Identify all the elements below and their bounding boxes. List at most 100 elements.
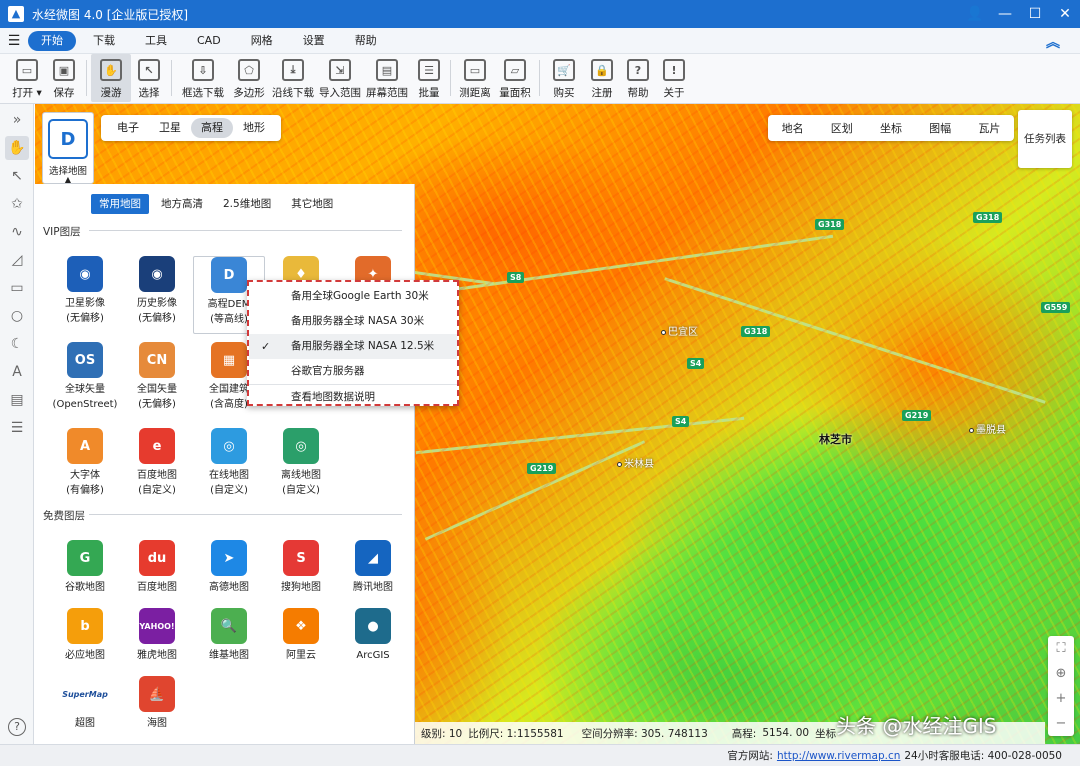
map-tab[interactable]: 高程 <box>191 118 233 138</box>
toolbar-help-button[interactable]: ? 帮助 <box>620 54 656 102</box>
menu-item[interactable]: 开始 <box>28 30 76 51</box>
必应地图-icon: b <box>67 608 103 644</box>
close-button[interactable]: ✕ <box>1050 0 1080 28</box>
moon-icon[interactable]: ☾ <box>5 332 29 356</box>
toolbar-label: 测距离 <box>459 87 491 99</box>
toolbar-ruler-button[interactable]: ▭ 测距离 <box>455 54 495 102</box>
map-tab[interactable]: 地形 <box>233 118 275 138</box>
toolbar-info-button[interactable]: ! 关于 <box>656 54 692 102</box>
toolbar-polygon-button[interactable]: ⬠ 多边形 <box>230 54 268 102</box>
user-icon[interactable]: 👤 <box>960 0 990 28</box>
menu-option[interactable]: 谷歌官方服务器 <box>249 359 457 384</box>
toolbar-label: 框选下载 <box>182 87 224 99</box>
circle-icon[interactable]: ○ <box>5 304 29 328</box>
task-list-button[interactable]: 任务列表 <box>1018 110 1072 168</box>
panel-tab[interactable]: 2.5维地图 <box>215 194 279 214</box>
box-download-icon: ⇩ <box>192 59 214 81</box>
minimize-button[interactable]: — <box>990 0 1020 28</box>
ArcGIS-icon: ● <box>355 608 391 644</box>
map-layer-item[interactable]: CN 全国矢量 (无偏移) <box>121 342 193 422</box>
area-chart-icon[interactable]: ◿ <box>5 248 29 272</box>
star-marker-icon[interactable]: ✩ <box>5 192 29 216</box>
toolbar-cursor-button[interactable]: ↖ 选择 <box>131 54 167 102</box>
overlay-tab[interactable]: 瓦片 <box>978 120 1000 136</box>
map-layer-item[interactable]: ◉ 卫星影像 (无偏移) <box>49 256 121 336</box>
map-layer-item[interactable]: ◎ 在线地图 (自定义) <box>193 428 265 508</box>
menu-item[interactable]: 设置 <box>290 31 338 51</box>
map-layer-item[interactable]: e 百度地图 (自定义) <box>121 428 193 508</box>
expand-icon[interactable]: » <box>5 108 29 132</box>
toolbar-import-button[interactable]: ⇲ 导入范围 <box>318 54 362 102</box>
zoom-out-button[interactable]: − <box>1056 716 1067 731</box>
menu-item[interactable]: 下载 <box>80 31 128 51</box>
map-layer-item[interactable]: ❖ 阿里云 <box>265 608 337 670</box>
hand-icon[interactable]: ✋ <box>5 136 29 160</box>
map-layer-item[interactable]: YAHOO! 雅虎地图 <box>121 608 193 670</box>
menu-item[interactable]: 网格 <box>238 31 286 51</box>
panel-tab[interactable]: 地方高清 <box>153 194 211 214</box>
toolbar-cart-button[interactable]: 🛒 购买 <box>544 54 584 102</box>
fullscreen-icon[interactable]: ⛶ <box>1056 641 1065 656</box>
map-layer-item[interactable]: A 大字体 (有偏移) <box>49 428 121 508</box>
map-layer-item[interactable]: ➤ 高德地图 <box>193 540 265 602</box>
toolbar-box-download-button[interactable]: ⇩ 框选下载 <box>176 54 230 102</box>
map-layer-item[interactable]: du 百度地图 <box>121 540 193 602</box>
menu-option[interactable]: 备用服务器全球 NASA 12.5米 <box>249 334 457 359</box>
toolbar-folder-button[interactable]: ▭ 打开 ▾ <box>8 54 46 102</box>
rectangle-icon[interactable]: ▭ <box>5 276 29 300</box>
卫星影像-icon: ◉ <box>67 256 103 292</box>
ruler-icon[interactable]: ▤ <box>5 388 29 412</box>
help-icon[interactable]: ? <box>8 718 26 736</box>
polyline-icon[interactable]: ∿ <box>5 220 29 244</box>
map-tab[interactable]: 卫星 <box>149 118 191 138</box>
menu-item[interactable]: CAD <box>184 31 234 51</box>
overlay-tab[interactable]: 图幅 <box>929 120 951 136</box>
map-layer-item[interactable]: ● ArcGIS <box>337 608 409 670</box>
menu-option[interactable]: 查看地图数据说明 <box>249 384 457 409</box>
超图-icon: SuperMap <box>62 676 108 712</box>
resolution: 空间分辨率: 305. 748113 <box>581 727 708 740</box>
toolbar-lock-button[interactable]: 🔒 注册 <box>584 54 620 102</box>
overlay-tab[interactable]: 坐标 <box>880 120 902 136</box>
map-layer-item[interactable]: ◎ 离线地图 (自定义) <box>265 428 337 508</box>
menu-item[interactable]: 工具 <box>132 31 180 51</box>
map-layer-item[interactable]: S 搜狗地图 <box>265 540 337 602</box>
menu-bar: ☰ 开始 下载 工具 CAD 网格 设置 帮助 ︽ <box>0 28 1080 54</box>
map-layer-item[interactable]: 🔍 维基地图 <box>193 608 265 670</box>
select-map-button[interactable]: D 选择地图 ▲ <box>42 112 94 184</box>
layer-name: 高程DEM <box>207 299 251 310</box>
百度地图-icon: e <box>139 428 175 464</box>
overlay-tab[interactable]: 地名 <box>782 120 804 136</box>
map-layer-item[interactable]: OS 全球矢量 (OpenStreet) <box>49 342 121 422</box>
locate-icon[interactable]: ⊕ <box>1056 666 1067 681</box>
map-tab[interactable]: 电子 <box>107 118 149 138</box>
menu-option[interactable]: 备用全球Google Earth 30米 <box>249 284 457 309</box>
map-layer-item[interactable]: b 必应地图 <box>49 608 121 670</box>
toolbar-save-button[interactable]: ▣ 保存 <box>46 54 82 102</box>
menu-option[interactable]: 备用服务器全球 NASA 30米 <box>249 309 457 334</box>
map-layer-item[interactable]: G 谷歌地图 <box>49 540 121 602</box>
hamburger-menu-icon[interactable]: ☰ <box>0 33 28 49</box>
site-link[interactable]: http://www.rivermap.cn <box>777 750 900 762</box>
cursor-icon[interactable]: ↖ <box>5 164 29 188</box>
panel-tab[interactable]: 其它地图 <box>283 194 341 214</box>
elevation-value: 5154. 00 <box>762 727 810 739</box>
toolbar-batch-button[interactable]: ☰ 批量 <box>412 54 446 102</box>
toolbar-line-download-button[interactable]: ⤓ 沿线下载 <box>268 54 318 102</box>
collapse-ribbon-icon[interactable]: ︽ <box>1046 32 1060 52</box>
menu-item[interactable]: 帮助 <box>342 31 390 51</box>
map-layer-item[interactable]: ◢ 腾讯地图 <box>337 540 409 602</box>
layers-icon[interactable]: ☰ <box>5 416 29 440</box>
toolbar-screen-button[interactable]: ▤ 屏幕范围 <box>362 54 412 102</box>
zoom-in-button[interactable]: + <box>1056 691 1067 706</box>
overlay-tab[interactable]: 区划 <box>831 120 853 136</box>
layer-name: ArcGIS <box>356 650 390 661</box>
map-layer-item[interactable]: ⛵ 海图 <box>121 676 193 738</box>
map-layer-item[interactable]: SuperMap 超图 <box>49 676 121 738</box>
maximize-button[interactable]: ☐ <box>1020 0 1050 28</box>
panel-tab[interactable]: 常用地图 <box>91 194 149 214</box>
toolbar-hand-button[interactable]: ✋ 漫游 <box>91 54 131 102</box>
map-layer-item[interactable]: ◉ 历史影像 (无偏移) <box>121 256 193 336</box>
toolbar-area-button[interactable]: ▱ 量面积 <box>495 54 535 102</box>
text-icon[interactable]: A <box>5 360 29 384</box>
